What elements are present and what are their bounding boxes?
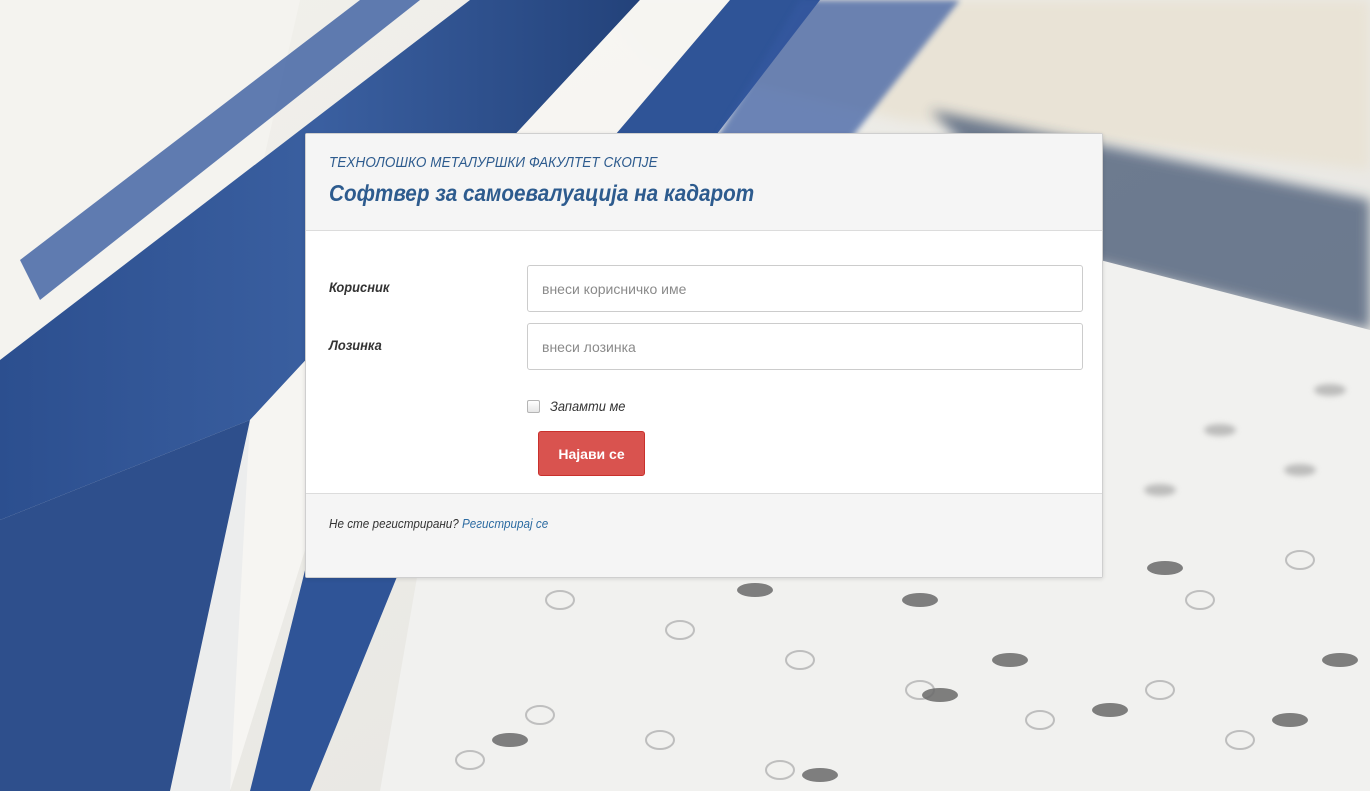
login-panel: ТЕХНОЛОШКО МЕТАЛУРШКИ ФАКУЛТЕТ СКОПЈЕ Со… xyxy=(305,133,1103,578)
remember-checkbox[interactable] xyxy=(527,399,540,413)
username-label: Корисник xyxy=(329,279,390,295)
faculty-name: ТЕХНОЛОШКО МЕТАЛУРШКИ ФАКУЛТЕТ СКОПЈЕ xyxy=(329,154,658,171)
username-input[interactable] xyxy=(527,265,1083,312)
register-prompt: Не сте регистрирани? Регистрирај се xyxy=(329,516,548,531)
remember-me[interactable]: Запамти ме xyxy=(527,398,632,414)
login-button[interactable]: Најави се xyxy=(538,431,645,476)
register-question: Не сте регистрирани? xyxy=(329,516,463,531)
register-link[interactable]: Регистрирај се xyxy=(462,516,548,531)
page-title: Софтвер за самоевалуација на кадарот xyxy=(329,180,755,206)
panel-heading: ТЕХНОЛОШКО МЕТАЛУРШКИ ФАКУЛТЕТ СКОПЈЕ Со… xyxy=(306,134,1102,231)
password-input[interactable] xyxy=(527,323,1083,370)
remember-label: Запамти ме xyxy=(550,398,626,414)
password-label: Лозинка xyxy=(329,337,382,353)
panel-footer: Не сте регистрирани? Регистрирај се xyxy=(306,493,1102,577)
